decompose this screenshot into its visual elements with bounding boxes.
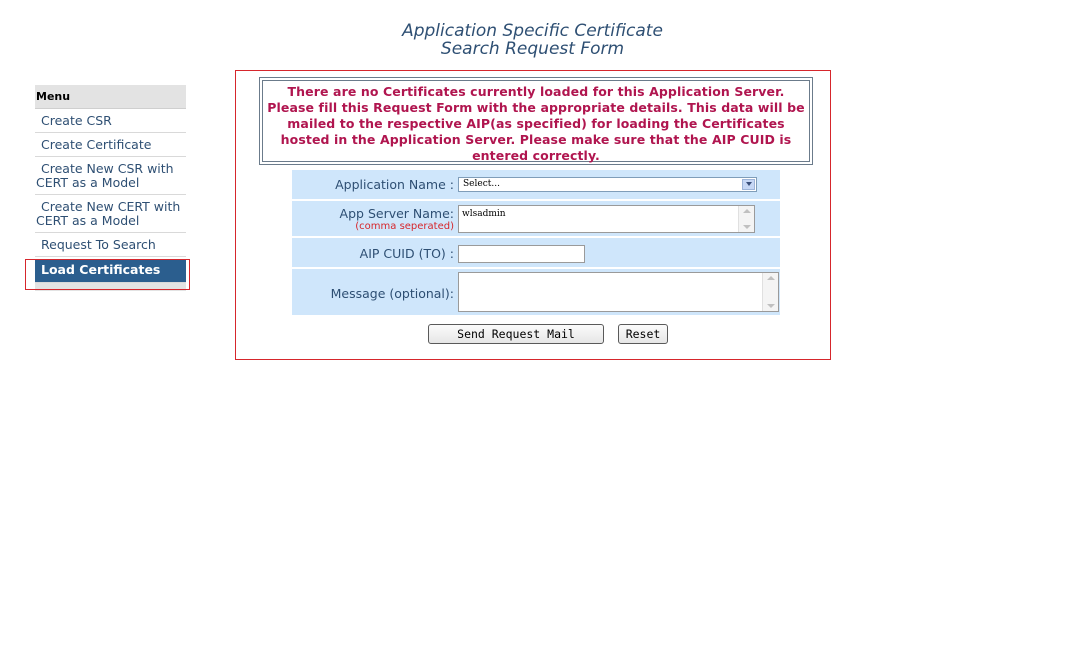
aip-cuid-row: AIP CUID (TO) : [292, 238, 780, 269]
sidebar-item-request-to-search[interactable]: Request To Search [35, 233, 186, 257]
notice-box: There are no Certificates currently load… [259, 77, 813, 165]
request-form: Application Name : Select... App Server … [292, 170, 780, 315]
application-name-selected: Select... [463, 179, 500, 189]
app-server-value: wlsadmin [462, 209, 506, 219]
scrollbar[interactable] [762, 273, 778, 311]
sidebar-item-label: Request To Search [41, 237, 156, 252]
message-textarea[interactable] [458, 272, 779, 312]
app-server-note: (comma seperated) [355, 221, 454, 232]
notice-text: There are no Certificates currently load… [262, 80, 810, 163]
message-row: Message (optional): [292, 269, 780, 315]
chevron-down-icon[interactable] [742, 179, 755, 190]
aip-cuid-input[interactable] [458, 245, 585, 263]
aip-cuid-label: AIP CUID (TO) : [359, 246, 454, 261]
sidebar-item-create-csr[interactable]: Create CSR [35, 109, 186, 133]
sidebar-item-label: Create New CSR with [41, 161, 174, 176]
sidebar-item-create-new-cert-with-cert[interactable]: Create New CERT with CERT as a Model [35, 195, 186, 233]
message-label: Message (optional): [330, 286, 454, 301]
send-request-mail-button[interactable]: Send Request Mail [428, 324, 604, 344]
menu-header: Menu [35, 85, 186, 109]
app-server-label: App Server Name: [339, 206, 454, 221]
reset-button[interactable]: Reset [618, 324, 668, 344]
app-server-textarea[interactable]: wlsadmin [458, 205, 755, 233]
sidebar-item-label: Create CSR [41, 113, 112, 128]
page-title-line2: Search Request Form [440, 39, 625, 59]
sidebar-item-label: Create Certificate [41, 137, 152, 152]
page-title: Application Specific Certificate Search … [330, 22, 735, 58]
sidebar-item-label: Create New CERT with [41, 199, 181, 214]
application-name-label: Application Name : [335, 177, 454, 192]
scroll-down-icon[interactable] [767, 304, 775, 308]
scroll-up-icon[interactable] [767, 276, 775, 280]
scroll-down-icon[interactable] [743, 225, 751, 229]
active-item-highlight [25, 259, 190, 290]
sidebar-item-label-cont: CERT as a Model [36, 213, 140, 228]
sidebar-item-create-certificate[interactable]: Create Certificate [35, 133, 186, 157]
application-name-row: Application Name : Select... [292, 170, 780, 201]
sidebar-item-label-cont: CERT as a Model [36, 175, 140, 190]
scroll-up-icon[interactable] [743, 209, 751, 213]
sidebar-item-create-new-csr-with-cert[interactable]: Create New CSR with CERT as a Model [35, 157, 186, 195]
app-server-label-group: App Server Name: (comma seperated) [340, 206, 454, 232]
scrollbar[interactable] [738, 206, 754, 232]
application-name-select[interactable]: Select... [458, 177, 757, 192]
page-title-line1: Application Specific Certificate [402, 21, 663, 41]
app-server-row: App Server Name: (comma seperated) wlsad… [292, 201, 780, 238]
